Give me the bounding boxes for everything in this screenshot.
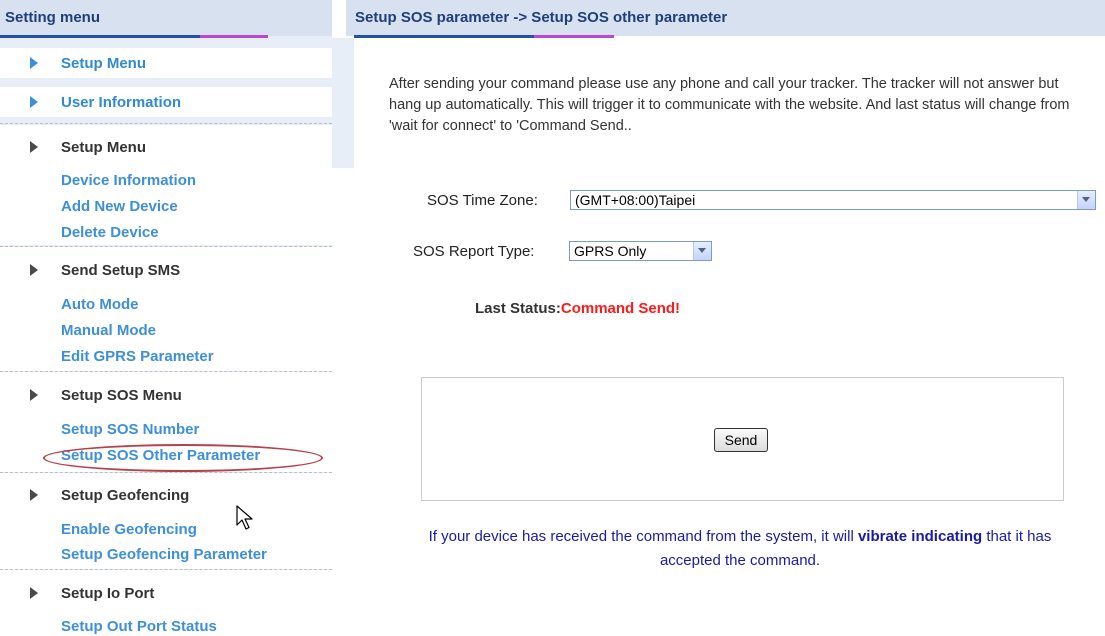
sidebar-link-auto-mode[interactable]: Auto Mode <box>61 296 138 313</box>
header-accent-line <box>0 35 200 38</box>
sidebar-group-header-setup-sos-menu[interactable]: Setup SOS Menu <box>0 380 332 410</box>
arrow-right-icon <box>30 587 38 599</box>
instructions-text: After sending your command please use an… <box>389 76 1070 134</box>
last-status-value: Command Send! <box>560 300 681 317</box>
sidebar-scroll-gutter <box>332 38 354 168</box>
sidebar-link-setup-sos-number[interactable]: Setup SOS Number <box>61 421 199 438</box>
sidebar-group-label: Send Setup SMS <box>61 262 181 279</box>
last-status: Last Status:Command Send! <box>475 300 680 317</box>
sidebar-item-label: Setup Menu <box>61 55 146 72</box>
sidebar-link-enable-geofencing[interactable]: Enable Geofencing <box>61 521 197 538</box>
report-type-select[interactable]: GPRS Only <box>569 241 712 261</box>
sidebar-group-header-setup-io-port[interactable]: Setup Io Port <box>0 578 332 608</box>
header-accent-line <box>354 35 534 38</box>
arrow-right-icon <box>30 489 38 501</box>
sidebar: Setting menu Setup Menu User Information… <box>0 0 332 636</box>
header-accent-line <box>534 35 614 38</box>
sidebar-item-user-information[interactable]: User Information <box>0 87 332 117</box>
sidebar-item-label: User Information <box>61 94 182 111</box>
sidebar-link-edit-gprs-parameter[interactable]: Edit GPRS Parameter <box>61 348 214 365</box>
last-status-label: Last Status: <box>475 300 561 317</box>
report-type-label: SOS Report Type: <box>413 243 535 260</box>
sidebar-link-device-information[interactable]: Device Information <box>61 172 196 189</box>
sidebar-group-header-setup-menu[interactable]: Setup Menu <box>0 132 332 162</box>
arrow-right-icon <box>30 96 38 108</box>
note-emphasis: vibrate indicating <box>857 528 983 545</box>
arrow-right-icon <box>30 141 38 153</box>
time-zone-select[interactable]: (GMT+08:00)Taipei <box>570 190 1096 210</box>
sidebar-link-delete-device[interactable]: Delete Device <box>61 224 159 241</box>
sidebar-header: Setting menu <box>0 0 332 36</box>
time-zone-value: (GMT+08:00)Taipei <box>575 192 696 208</box>
sidebar-group-label: Setup Menu <box>61 139 146 156</box>
sidebar-group-label: Setup Io Port <box>61 585 155 602</box>
mouse-pointer-icon <box>236 505 253 530</box>
sidebar-link-manual-mode[interactable]: Manual Mode <box>61 322 156 339</box>
sidebar-group-header-setup-geofencing[interactable]: Setup Geofencing <box>0 480 332 510</box>
sidebar-group-label: Setup SOS Menu <box>61 387 182 404</box>
arrow-right-icon <box>30 57 38 69</box>
report-type-value: GPRS Only <box>574 243 647 259</box>
sidebar-title: Setting menu <box>5 9 101 26</box>
sidebar-link-setup-out-port-status[interactable]: Setup Out Port Status <box>61 618 217 635</box>
arrow-right-icon <box>30 389 38 401</box>
note-text: If your device has received the command … <box>428 528 858 545</box>
header-accent-line <box>200 35 268 38</box>
sidebar-group-label: Setup Geofencing <box>61 487 190 504</box>
divider <box>0 123 332 124</box>
time-zone-label: SOS Time Zone: <box>427 192 538 209</box>
sidebar-link-add-new-device[interactable]: Add New Device <box>61 198 178 215</box>
selection-highlight-ring <box>43 444 323 472</box>
sidebar-link-setup-geofencing-parameter[interactable]: Setup Geofencing Parameter <box>61 546 267 563</box>
sidebar-item-setup-menu[interactable]: Setup Menu <box>0 48 332 78</box>
arrow-right-icon <box>30 264 38 276</box>
main-header: Setup SOS parameter -> Setup SOS other p… <box>346 0 1105 36</box>
chevron-down-icon[interactable] <box>693 242 711 260</box>
confirmation-note: If your device has received the command … <box>420 525 1060 573</box>
sidebar-group-header-send-setup-sms[interactable]: Send Setup SMS <box>0 255 332 285</box>
page-title: Setup SOS parameter -> Setup SOS other p… <box>355 9 728 26</box>
send-button[interactable]: Send <box>714 428 768 452</box>
chevron-down-icon[interactable] <box>1077 191 1095 209</box>
